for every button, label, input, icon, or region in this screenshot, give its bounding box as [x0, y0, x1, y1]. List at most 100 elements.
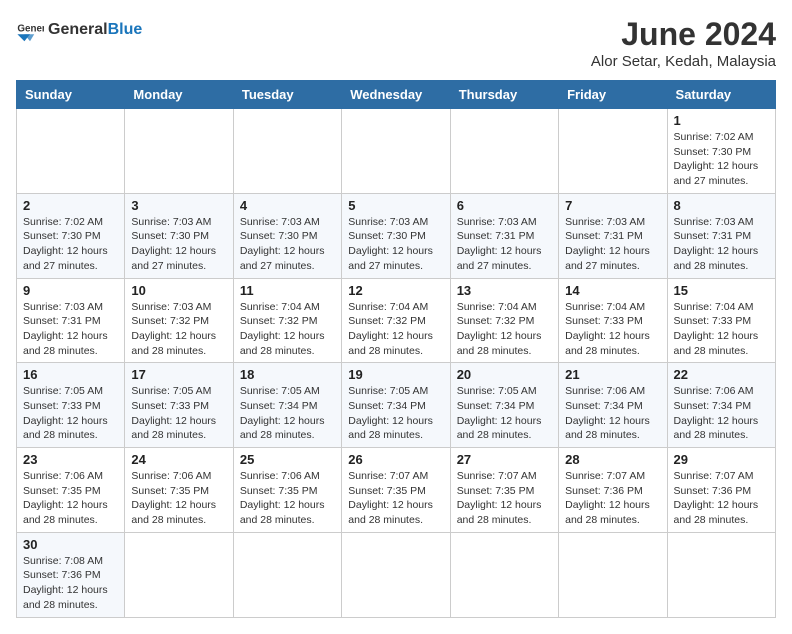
calendar-cell: 24 Sunrise: 7:06 AM Sunset: 7:35 PM Dayli… — [125, 448, 233, 533]
calendar-cell: 13Sunrise: 7:04 AM Sunset: 7:32 PM Dayli… — [450, 278, 558, 363]
calendar-cell: 7Sunrise: 7:03 AM Sunset: 7:31 PM Daylig… — [559, 193, 667, 278]
logo: General GeneralBlue — [16, 16, 142, 44]
day-number: 12 — [348, 283, 443, 298]
calendar-cell: 2 Sunrise: 7:02 AM Sunset: 7:30 PM Daylig… — [17, 193, 125, 278]
calendar-cell: 8 Sunrise: 7:03 AM Sunset: 7:31 PM Daylig… — [667, 193, 775, 278]
day-number: 2 — [23, 198, 118, 213]
day-info: Sunrise: 7:08 AM Sunset: 7:36 PM Dayligh… — [23, 554, 118, 613]
day-info: Sunrise: 7:04 AM Sunset: 7:33 PM Dayligh… — [674, 300, 769, 359]
day-info: Sunrise: 7:03 AM Sunset: 7:30 PM Dayligh… — [348, 215, 443, 274]
day-info: Sunrise: 7:03 AM Sunset: 7:32 PM Dayligh… — [131, 300, 226, 359]
day-info: Sunrise: 7:04 AM Sunset: 7:32 PM Dayligh… — [348, 300, 443, 359]
calendar-cell: 12 Sunrise: 7:04 AM Sunset: 7:32 PM Dayli… — [342, 278, 450, 363]
logo-general: General — [48, 21, 108, 38]
calendar-cell — [17, 109, 125, 194]
day-number: 7 — [565, 198, 660, 213]
calendar-cell — [125, 109, 233, 194]
day-number: 5 — [348, 198, 443, 213]
weekday-header-thursday: Thursday — [450, 81, 558, 109]
month-year-title: June 2024 — [591, 16, 776, 53]
calendar-cell — [342, 109, 450, 194]
day-number: 15 — [674, 283, 769, 298]
calendar-cell: 18Sunrise: 7:05 AM Sunset: 7:34 PM Dayli… — [233, 363, 341, 448]
day-number: 26 — [348, 452, 443, 467]
calendar-cell: 9 Sunrise: 7:03 AM Sunset: 7:31 PM Daylig… — [17, 278, 125, 363]
calendar-cell — [450, 109, 558, 194]
day-info: Sunrise: 7:04 AM Sunset: 7:32 PM Dayligh… — [457, 300, 552, 359]
calendar-cell: 21Sunrise: 7:06 AM Sunset: 7:34 PM Dayli… — [559, 363, 667, 448]
weekday-header-saturday: Saturday — [667, 81, 775, 109]
day-number: 28 — [565, 452, 660, 467]
day-info: Sunrise: 7:05 AM Sunset: 7:34 PM Dayligh… — [348, 384, 443, 443]
day-number: 14 — [565, 283, 660, 298]
calendar-cell — [559, 109, 667, 194]
day-number: 8 — [674, 198, 769, 213]
day-info: Sunrise: 7:05 AM Sunset: 7:33 PM Dayligh… — [23, 384, 118, 443]
calendar-cell: 28Sunrise: 7:07 AM Sunset: 7:36 PM Dayli… — [559, 448, 667, 533]
day-info: Sunrise: 7:05 AM Sunset: 7:34 PM Dayligh… — [240, 384, 335, 443]
calendar-cell: 1Sunrise: 7:02 AM Sunset: 7:30 PM Daylig… — [667, 109, 775, 194]
day-info: Sunrise: 7:03 AM Sunset: 7:31 PM Dayligh… — [674, 215, 769, 274]
day-info: Sunrise: 7:04 AM Sunset: 7:33 PM Dayligh… — [565, 300, 660, 359]
day-info: Sunrise: 7:03 AM Sunset: 7:31 PM Dayligh… — [457, 215, 552, 274]
logo-icon: General — [16, 16, 44, 44]
calendar-cell: 4 Sunrise: 7:03 AM Sunset: 7:30 PM Daylig… — [233, 193, 341, 278]
day-info: Sunrise: 7:05 AM Sunset: 7:34 PM Dayligh… — [457, 384, 552, 443]
day-info: Sunrise: 7:06 AM Sunset: 7:35 PM Dayligh… — [23, 469, 118, 528]
day-number: 16 — [23, 367, 118, 382]
calendar-cell: 5 Sunrise: 7:03 AM Sunset: 7:30 PM Daylig… — [342, 193, 450, 278]
calendar-cell — [233, 532, 341, 617]
calendar-cell — [125, 532, 233, 617]
calendar-week-row: 1Sunrise: 7:02 AM Sunset: 7:30 PM Daylig… — [17, 109, 776, 194]
day-number: 17 — [131, 367, 226, 382]
day-number: 29 — [674, 452, 769, 467]
day-number: 22 — [674, 367, 769, 382]
calendar-cell: 20Sunrise: 7:05 AM Sunset: 7:34 PM Dayli… — [450, 363, 558, 448]
weekday-header-monday: Monday — [125, 81, 233, 109]
calendar-cell: 16 Sunrise: 7:05 AM Sunset: 7:33 PM Dayli… — [17, 363, 125, 448]
calendar-cell: 19Sunrise: 7:05 AM Sunset: 7:34 PM Dayli… — [342, 363, 450, 448]
day-info: Sunrise: 7:07 AM Sunset: 7:36 PM Dayligh… — [674, 469, 769, 528]
day-number: 21 — [565, 367, 660, 382]
weekday-header-tuesday: Tuesday — [233, 81, 341, 109]
calendar-cell: 27Sunrise: 7:07 AM Sunset: 7:35 PM Dayli… — [450, 448, 558, 533]
day-info: Sunrise: 7:03 AM Sunset: 7:30 PM Dayligh… — [240, 215, 335, 274]
day-number: 24 — [131, 452, 226, 467]
calendar-cell — [667, 532, 775, 617]
calendar-week-row: 2 Sunrise: 7:02 AM Sunset: 7:30 PM Daylig… — [17, 193, 776, 278]
weekday-header-friday: Friday — [559, 81, 667, 109]
day-info: Sunrise: 7:07 AM Sunset: 7:35 PM Dayligh… — [348, 469, 443, 528]
logo-blue: Blue — [108, 21, 143, 38]
calendar-cell: 6 Sunrise: 7:03 AM Sunset: 7:31 PM Daylig… — [450, 193, 558, 278]
calendar-cell: 26 Sunrise: 7:07 AM Sunset: 7:35 PM Dayli… — [342, 448, 450, 533]
calendar-week-row: 9 Sunrise: 7:03 AM Sunset: 7:31 PM Daylig… — [17, 278, 776, 363]
calendar-cell: 14 Sunrise: 7:04 AM Sunset: 7:33 PM Dayli… — [559, 278, 667, 363]
calendar-cell: 10Sunrise: 7:03 AM Sunset: 7:32 PM Dayli… — [125, 278, 233, 363]
calendar-week-row: 16 Sunrise: 7:05 AM Sunset: 7:33 PM Dayli… — [17, 363, 776, 448]
weekday-header-row: SundayMondayTuesdayWednesdayThursdayFrid… — [17, 81, 776, 109]
calendar-cell: 25Sunrise: 7:06 AM Sunset: 7:35 PM Dayli… — [233, 448, 341, 533]
day-info: Sunrise: 7:02 AM Sunset: 7:30 PM Dayligh… — [23, 215, 118, 274]
day-number: 11 — [240, 283, 335, 298]
day-info: Sunrise: 7:04 AM Sunset: 7:32 PM Dayligh… — [240, 300, 335, 359]
day-number: 30 — [23, 537, 118, 552]
day-info: Sunrise: 7:06 AM Sunset: 7:35 PM Dayligh… — [240, 469, 335, 528]
title-block: June 2024 Alor Setar, Kedah, Malaysia — [591, 16, 776, 70]
day-info: Sunrise: 7:03 AM Sunset: 7:31 PM Dayligh… — [23, 300, 118, 359]
calendar-cell: 15 Sunrise: 7:04 AM Sunset: 7:33 PM Dayli… — [667, 278, 775, 363]
weekday-header-wednesday: Wednesday — [342, 81, 450, 109]
calendar-week-row: 23Sunrise: 7:06 AM Sunset: 7:35 PM Dayli… — [17, 448, 776, 533]
calendar-cell — [559, 532, 667, 617]
svg-text:General: General — [17, 23, 44, 34]
page-header: General GeneralBlue June 2024 Alor Setar… — [16, 16, 776, 70]
day-number: 4 — [240, 198, 335, 213]
day-info: Sunrise: 7:06 AM Sunset: 7:35 PM Dayligh… — [131, 469, 226, 528]
day-number: 6 — [457, 198, 552, 213]
day-info: Sunrise: 7:05 AM Sunset: 7:33 PM Dayligh… — [131, 384, 226, 443]
calendar-week-row: 30 Sunrise: 7:08 AM Sunset: 7:36 PM Dayli… — [17, 532, 776, 617]
calendar-cell: 23Sunrise: 7:06 AM Sunset: 7:35 PM Dayli… — [17, 448, 125, 533]
location-subtitle: Alor Setar, Kedah, Malaysia — [591, 53, 776, 70]
day-number: 9 — [23, 283, 118, 298]
calendar-cell — [450, 532, 558, 617]
calendar-cell: 17 Sunrise: 7:05 AM Sunset: 7:33 PM Dayli… — [125, 363, 233, 448]
